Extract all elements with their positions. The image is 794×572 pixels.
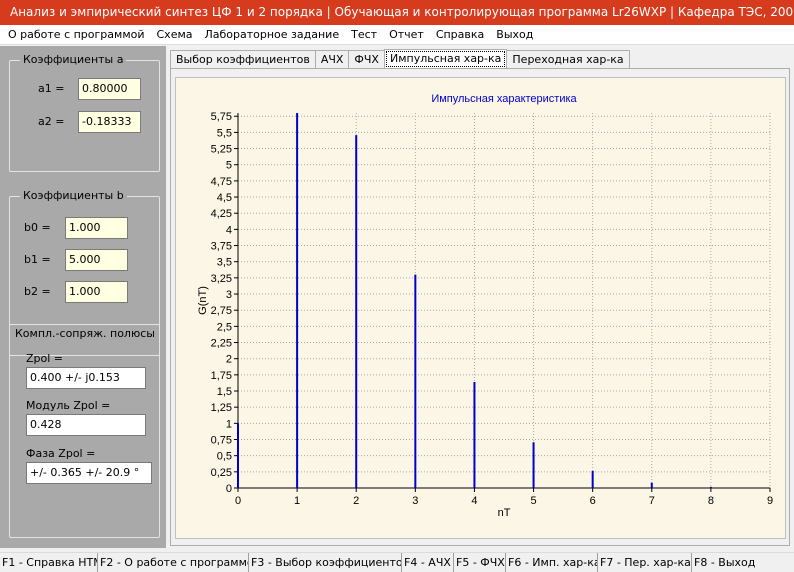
x-tick-label: 6	[590, 495, 596, 507]
x-tick-label: 1	[294, 495, 300, 507]
chart-pane: 0 1 2 3 4 5 6 7 8 9 0 0,25 0,5 0,75 1 1,25 1,5 1,75 2 2,25 2…	[175, 77, 786, 539]
y-tick-label: 2,75	[211, 305, 232, 317]
x-tick-label: 4	[471, 495, 477, 507]
b2-input[interactable]: 1.000	[65, 281, 128, 303]
tab-page-impulse: 0 1 2 3 4 5 6 7 8 9 0 0,25 0,5 0,75 1 1,25 1,5 1,75 2 2,25 2…	[170, 68, 790, 546]
tab-strip: Выбор коэффициентов АЧХ ФЧХ Импульсная х…	[170, 49, 630, 69]
menu-exit[interactable]: Выход	[490, 25, 539, 45]
b1-label: b1 =	[24, 253, 51, 266]
y-tick-label: 4	[226, 224, 232, 236]
y-tick-label: 5,5	[217, 127, 232, 139]
status-f2-about[interactable]: F2 - О работе с программой	[98, 553, 249, 572]
y-tick-label: 3,25	[211, 273, 232, 285]
b1-input[interactable]: 5.000	[65, 249, 128, 271]
y-tick-label: 1,5	[217, 386, 232, 398]
status-f6-impulse[interactable]: F6 - Имп. хар-ка	[506, 553, 598, 572]
zpol-modulus-field: 0.428	[26, 414, 146, 436]
zpol-phase-field: +/- 0.365 +/- 20.9 °	[26, 462, 152, 484]
y-tick-label: 1,25	[211, 402, 232, 414]
y-tick-label: 0,75	[211, 435, 232, 447]
b0-input[interactable]: 1.000	[65, 217, 128, 239]
y-tick-label: 4,75	[211, 176, 232, 188]
chart-title: Импульсная характеристика	[431, 93, 577, 105]
zpol-field: 0.400 +/- j0.153	[26, 367, 146, 389]
left-panel: Коэффициенты a a1 = 0.80000 a2 = -0.1833…	[0, 46, 166, 548]
a1-label: a1 =	[38, 82, 65, 95]
y-tick-label: 5,25	[211, 144, 232, 156]
status-f7-step[interactable]: F7 - Пер. хар-ка	[598, 553, 692, 572]
menu-lab-task[interactable]: Лабораторное задание	[199, 25, 346, 45]
y-tick-label: 0	[226, 483, 232, 495]
y-tick-label: 5,75	[211, 111, 232, 123]
status-f8-exit[interactable]: F8 - Выход	[692, 553, 794, 572]
x-axis-label: nT	[498, 507, 511, 519]
menu-about[interactable]: О работе с программой	[2, 25, 151, 45]
plot-area	[238, 113, 770, 488]
y-tick-label: 3,5	[217, 257, 232, 269]
y-tick-label: 0,25	[211, 467, 232, 479]
y-tick-label: 1,75	[211, 370, 232, 382]
status-f4-amplitude[interactable]: F4 - АЧХ	[402, 553, 454, 572]
menu-report[interactable]: Отчет	[383, 25, 430, 45]
group-coef-a: Коэффициенты a a1 = 0.80000 a2 = -0.1833…	[9, 53, 160, 172]
a2-input[interactable]: -0.18333	[78, 111, 141, 133]
menu-scheme[interactable]: Схема	[151, 25, 199, 45]
y-tick-label: 1	[226, 418, 232, 430]
menu-help[interactable]: Справка	[430, 25, 490, 45]
x-tick-label: 9	[767, 495, 773, 507]
group-poles: Компл.-сопряж. полюсы Zpol = 0.400 +/- j…	[9, 324, 160, 538]
y-tick-label: 5	[226, 160, 232, 172]
tab-phase-response[interactable]: ФЧХ	[348, 50, 385, 69]
window-title: Анализ и эмпирический синтез ЦФ 1 и 2 по…	[0, 0, 794, 25]
x-tick-label: 3	[412, 495, 418, 507]
zpol-phase-label: Фаза Zpol =	[26, 447, 96, 460]
y-tick-label: 3	[226, 289, 232, 301]
status-f3-coefficients[interactable]: F3 - Выбор коэффициентов	[249, 553, 402, 572]
y-tick-label: 2,25	[211, 338, 232, 350]
b2-label: b2 =	[24, 285, 51, 298]
a2-label: a2 =	[38, 115, 65, 128]
x-tick-label: 2	[353, 495, 359, 507]
y-tick-label: 2	[226, 354, 232, 366]
y-axis-label: G(nT)	[197, 286, 209, 315]
y-tick-label: 2,5	[217, 321, 232, 333]
menu-bar: О работе с программой Схема Лабораторное…	[0, 25, 794, 45]
b0-label: b0 =	[24, 221, 51, 234]
x-tick-label: 8	[708, 495, 714, 507]
zpol-label: Zpol =	[26, 352, 64, 365]
y-tick-label: 4,5	[217, 192, 232, 204]
x-tick-label: 0	[235, 495, 241, 507]
y-tick-label: 0,5	[217, 451, 232, 463]
group-coef-a-title: Коэффициенты a	[20, 53, 127, 66]
tab-step-response[interactable]: Переходная хар-ка	[506, 50, 630, 69]
tab-amplitude-response[interactable]: АЧХ	[314, 50, 350, 69]
status-bar: F1 - Справка HTML F2 - О работе с програ…	[0, 552, 794, 572]
y-tick-label: 3,75	[211, 241, 232, 253]
status-f5-phase[interactable]: F5 - ФЧХ	[454, 553, 506, 572]
menu-test[interactable]: Тест	[345, 25, 383, 45]
impulse-chart: 0 1 2 3 4 5 6 7 8 9 0 0,25 0,5 0,75 1 1,25 1,5 1,75 2 2,25 2…	[197, 93, 773, 519]
zpol-modulus-label: Модуль Zpol =	[26, 399, 111, 412]
x-tick-label: 5	[530, 495, 536, 507]
group-coef-b-title: Коэффициенты b	[20, 189, 127, 202]
a1-input[interactable]: 0.80000	[78, 78, 141, 100]
group-poles-title: Компл.-сопряж. полюсы	[15, 327, 155, 340]
status-f1-help[interactable]: F1 - Справка HTML	[0, 553, 98, 572]
y-tick-label: 4,25	[211, 208, 232, 220]
x-tick-label: 7	[649, 495, 655, 507]
tab-impulse-response[interactable]: Импульсная хар-ка	[383, 49, 508, 69]
tab-coefficients[interactable]: Выбор коэффициентов	[170, 50, 316, 69]
